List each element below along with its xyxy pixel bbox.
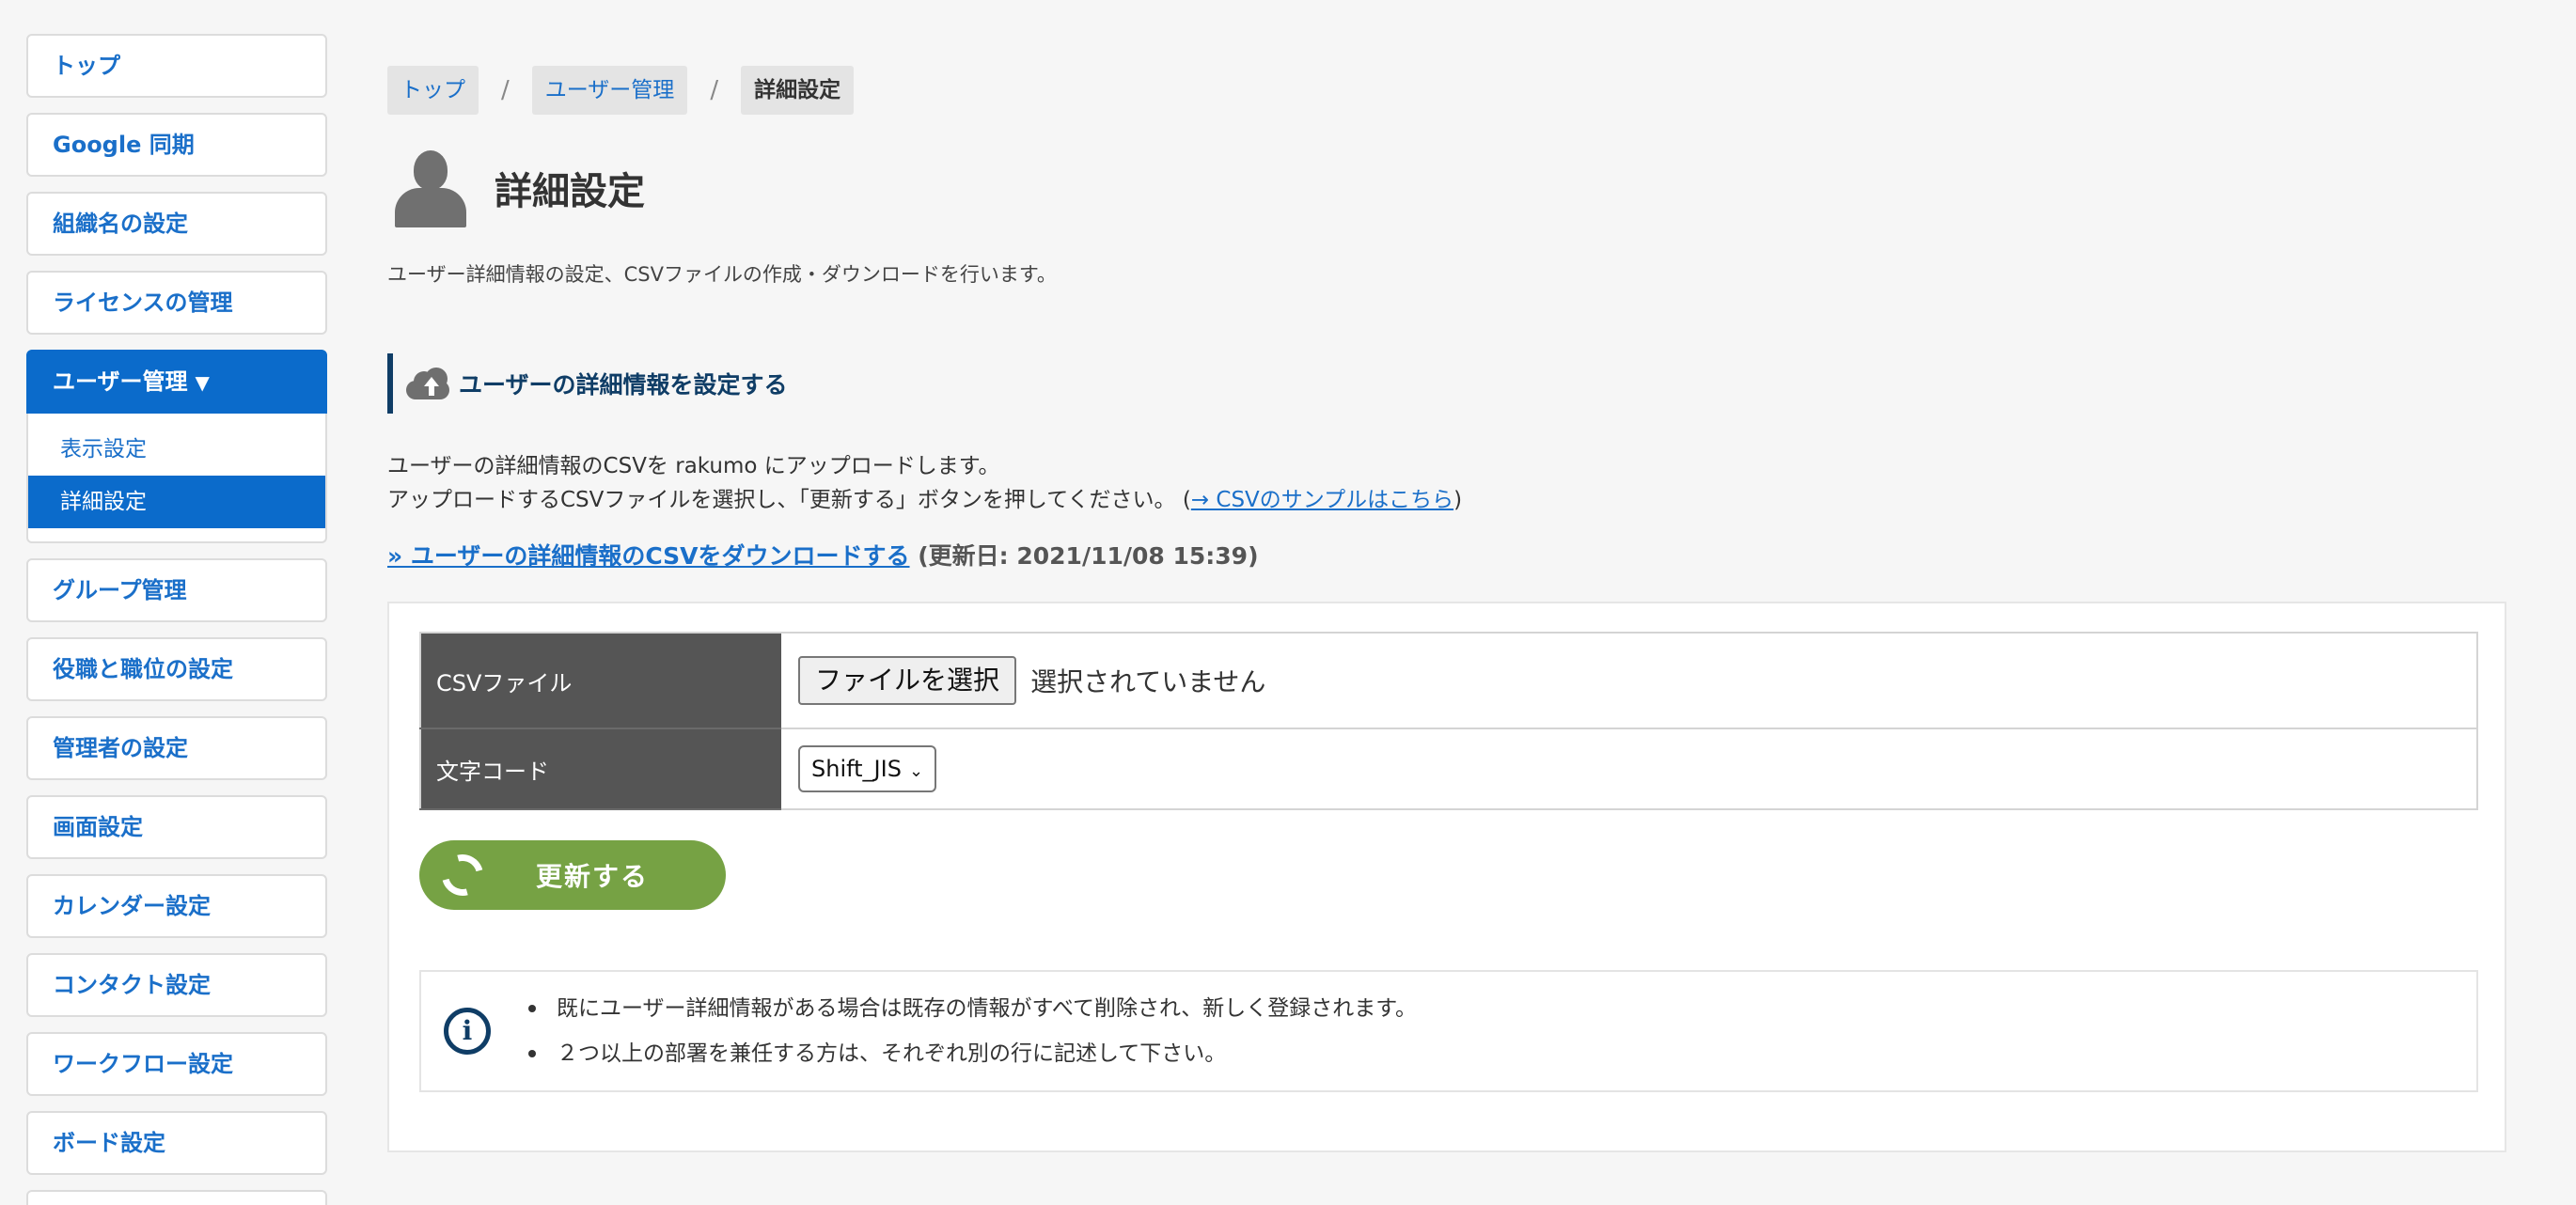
sync-icon [433,846,492,904]
sidebar: トップ Google 同期 組織名の設定 ライセンスの管理 ユーザー管理 ▼ 表示… [26,34,327,1205]
title-row: 詳細設定 [387,149,2508,227]
csv-file-cell: ファイルを選択 選択されていません [781,633,2477,729]
download-row: » ユーザーの詳細情報のCSVをダウンロードする (更新日: 2021/11/0… [387,538,2508,571]
upload-form-table: CSVファイル ファイルを選択 選択されていません 文字コード Shift_JI… [419,632,2478,810]
page-description: ユーザー詳細情報の設定、CSVファイルの作成・ダウンロードを行います。 [387,263,1057,286]
list-item: 既にユーザー詳細情報がある場合は既存の情報がすべて削除され、新しく登録されます。 [528,986,1417,1031]
choose-file-button[interactable]: ファイルを選択 [798,656,1017,705]
notice-list: 既にユーザー詳細情報がある場合は既存の情報がすべて削除され、新しく登録されます。… [528,986,1417,1076]
update-button-label: 更新する [536,861,650,892]
person-icon [395,149,466,227]
csv-file-label: CSVファイル [420,633,781,729]
sidebar-item-board-settings[interactable]: ボード設定 [26,1111,327,1175]
encoding-cell: Shift_JIS ⌄ [781,728,2477,810]
main-content: トップ / ユーザー管理 / 詳細設定 詳細設定 ユーザー詳細情報の設定、CSV… [387,66,2508,1152]
sidebar-item-google-sync[interactable]: Google 同期 [26,113,327,177]
sidebar-item-organization-name[interactable]: 組織名の設定 [26,192,327,256]
update-button[interactable]: 更新する [419,840,726,910]
sidebar-item-workflow-settings[interactable]: ワークフロー設定 [26,1032,327,1096]
info-icon: i [444,1008,491,1055]
sidebar-item-group-management[interactable]: グループ管理 [26,558,327,622]
page-title: 詳細設定 [495,170,645,213]
sidebar-item-more[interactable] [26,1190,327,1205]
breadcrumb: トップ / ユーザー管理 / 詳細設定 [387,66,2508,115]
breadcrumb-top[interactable]: トップ [387,66,479,115]
encoding-select[interactable]: Shift_JIS ⌄ [798,745,937,792]
breadcrumb-separator: / [501,76,510,104]
section-title: ユーザーの詳細情報を設定する [459,371,788,399]
breadcrumb-user-management[interactable]: ユーザー管理 [531,66,688,115]
csv-download-link[interactable]: » ユーザーの詳細情報のCSVをダウンロードする [387,542,910,570]
updated-timestamp: (更新日: 2021/11/08 15:39) [918,542,1259,570]
submenu-item-detail-settings[interactable]: 詳細設定 [28,476,325,528]
notice-box: i 既にユーザー詳細情報がある場合は既存の情報がすべて削除され、新しく登録されま… [419,970,2478,1092]
breadcrumb-separator: / [710,76,719,104]
section-header: ユーザーの詳細情報を設定する [387,353,2508,414]
sidebar-item-label: ユーザー管理 [53,368,188,395]
caret-down-icon: ▼ [195,371,210,394]
breadcrumb-current: 詳細設定 [741,66,855,115]
upload-desc-line2: アップロードするCSVファイルを選択し、「更新する」ボタンを押してください。 (… [387,483,2508,517]
paren-close: ) [1453,488,1463,512]
chevron-down-icon: ⌄ [908,761,924,781]
sidebar-item-contact-settings[interactable]: コンタクト設定 [26,953,327,1017]
sidebar-item-license[interactable]: ライセンスの管理 [26,271,327,335]
sidebar-item-screen-settings[interactable]: 画面設定 [26,795,327,859]
upload-panel: CSVファイル ファイルを選択 選択されていません 文字コード Shift_JI… [387,602,2506,1152]
sidebar-item-positions[interactable]: 役職と職位の設定 [26,637,327,701]
upload-desc-line1: ユーザーの詳細情報のCSVを rakumo にアップロードします。 [387,454,1000,478]
sidebar-item-calendar-settings[interactable]: カレンダー設定 [26,874,327,938]
sidebar-item-user-management[interactable]: ユーザー管理 ▼ [26,350,327,414]
paren-open: ( [1175,488,1191,512]
upload-desc-text: アップロードするCSVファイルを選択し、「更新する」ボタンを押してください。 [387,488,1176,512]
encoding-value: Shift_JIS [811,756,902,782]
file-status: 選択されていません [1030,666,1266,697]
sidebar-item-admins[interactable]: 管理者の設定 [26,716,327,780]
cloud-upload-icon [406,368,451,399]
user-management-submenu: 表示設定 詳細設定 [26,414,327,543]
encoding-label: 文字コード [420,728,781,810]
submenu-item-display-settings[interactable]: 表示設定 [28,423,325,476]
list-item: ２つ以上の部署を兼任する方は、それぞれ別の行に記述して下さい。 [528,1031,1417,1076]
sidebar-item-top[interactable]: トップ [26,34,327,98]
upload-description: ユーザーの詳細情報のCSVを rakumo にアップロードします。 アップロード… [387,449,2508,517]
csv-sample-link[interactable]: → CSVのサンプルはこちら [1191,488,1453,512]
